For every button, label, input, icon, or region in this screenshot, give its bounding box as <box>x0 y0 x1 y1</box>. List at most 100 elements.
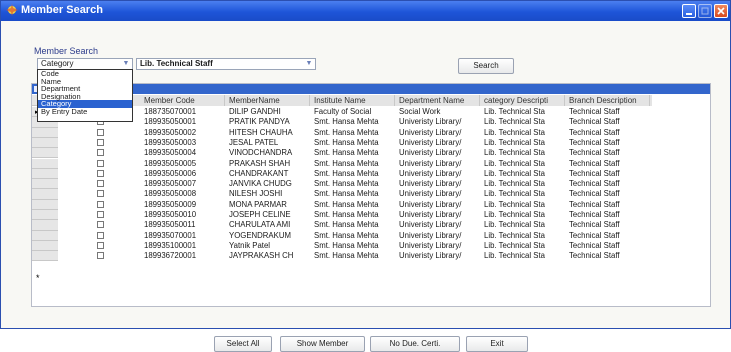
table-cell[interactable]: Lib. Technical Sta <box>481 220 565 230</box>
row-checkbox[interactable] <box>97 169 104 177</box>
table-cell[interactable]: Lib. Technical Sta <box>481 138 565 148</box>
table-cell[interactable]: 189936720001 <box>141 251 225 261</box>
table-cell[interactable]: 189935050001 <box>141 117 225 127</box>
row-selector[interactable] <box>32 220 58 231</box>
table-cell[interactable]: Technical Staff <box>566 241 650 251</box>
search-button[interactable]: Search <box>458 58 514 74</box>
row-checkbox[interactable] <box>97 190 104 198</box>
member-grid[interactable]: Member Code MemberName Institute Name Depar… <box>31 83 711 307</box>
table-cell[interactable]: Yatnik Patel <box>226 241 310 251</box>
table-cell[interactable]: JAYPRAKASH CH <box>226 251 310 261</box>
new-row-marker[interactable]: * <box>36 273 40 283</box>
table-cell[interactable]: Lib. Technical Sta <box>481 179 565 189</box>
table-cell[interactable]: Technical Staff <box>566 210 650 220</box>
table-cell[interactable]: Univeristy Library/ <box>396 138 480 148</box>
table-cell[interactable]: CHARULATA AMI <box>226 220 310 230</box>
table-row[interactable]: 189935050002 HITESH CHAUHA Smt. Hansa Meht… <box>32 127 652 138</box>
table-cell[interactable]: 189935050009 <box>141 200 225 210</box>
table-cell[interactable]: DILIP GANDHI <box>226 107 310 117</box>
table-cell[interactable]: 189935100001 <box>141 241 225 251</box>
row-checkbox[interactable] <box>97 200 104 208</box>
table-cell[interactable]: JESAL PATEL <box>226 138 310 148</box>
table-cell[interactable]: Smt. Hansa Mehta <box>311 169 395 179</box>
table-cell[interactable]: VINODCHANDRA <box>226 148 310 158</box>
table-row[interactable]: 189935050006 CHANDRAKANT Smt. Hansa Mehta U… <box>32 168 652 180</box>
title-bar[interactable]: Member Search <box>1 1 730 21</box>
column-header[interactable]: category Descripti <box>481 95 565 106</box>
row-selector[interactable] <box>32 240 58 252</box>
column-header[interactable]: Branch Description <box>566 95 650 106</box>
table-cell[interactable]: Smt. Hansa Mehta <box>311 241 395 251</box>
table-cell[interactable]: Lib. Technical Sta <box>481 169 565 179</box>
row-checkbox[interactable] <box>97 241 104 249</box>
table-cell[interactable]: Technical Staff <box>566 117 650 127</box>
table-row[interactable]: 189935050011 CHARULATA AMI Smt. Hansa Meht… <box>32 220 652 231</box>
table-cell[interactable]: Smt. Hansa Mehta <box>311 231 395 241</box>
table-cell[interactable]: Univeristy Library/ <box>396 169 480 179</box>
table-cell[interactable]: Univeristy Library/ <box>396 231 480 241</box>
dropdown-option[interactable]: By Entry Date <box>38 107 132 116</box>
table-cell[interactable]: Smt. Hansa Mehta <box>311 128 395 138</box>
table-cell[interactable]: Univeristy Library/ <box>396 189 480 199</box>
chevron-down-icon[interactable]: ▼ <box>120 59 132 69</box>
table-cell[interactable]: 189935050003 <box>141 138 225 148</box>
table-row[interactable]: 189935050009 MONA PARMAR Smt. Hansa Mehta U… <box>32 199 652 210</box>
table-cell[interactable]: Univeristy Library/ <box>396 128 480 138</box>
column-header[interactable]: Member Code <box>141 95 225 106</box>
maximize-button[interactable] <box>698 4 712 18</box>
row-checkbox[interactable] <box>97 231 104 239</box>
table-cell[interactable]: Technical Staff <box>566 220 650 230</box>
table-row[interactable]: 189935100001 Yatnik Patel Smt. Hansa Mehta… <box>32 240 652 252</box>
table-cell[interactable]: CHANDRAKANT <box>226 169 310 179</box>
table-cell[interactable]: Smt. Hansa Mehta <box>311 117 395 127</box>
row-selector[interactable] <box>32 179 58 190</box>
table-cell[interactable]: Faculty of Social <box>311 107 395 117</box>
table-cell[interactable]: Technical Staff <box>566 138 650 148</box>
table-cell[interactable]: Smt. Hansa Mehta <box>311 159 395 169</box>
table-row[interactable]: 189935050007 JANVIKA CHUDG Smt. Hansa Meht… <box>32 179 652 190</box>
table-cell[interactable]: 189935070001 <box>141 231 225 241</box>
column-header[interactable]: Institute Name <box>311 95 395 106</box>
table-cell[interactable]: 188735070001 <box>141 107 225 117</box>
table-cell[interactable]: Smt. Hansa Mehta <box>311 179 395 189</box>
row-checkbox[interactable] <box>97 159 104 167</box>
category-dropdown-list[interactable]: Code Name Department Designation Category By … <box>37 69 133 122</box>
table-cell[interactable]: Technical Staff <box>566 179 650 189</box>
table-row[interactable]: 189935050005 PRAKASH SHAH Smt. Hansa Mehta… <box>32 158 652 169</box>
table-row[interactable]: 189935050008 NILESH JOSHI Smt. Hansa Mehta… <box>32 189 652 200</box>
row-checkbox[interactable] <box>97 252 104 260</box>
column-header[interactable]: Department Name <box>396 95 480 106</box>
no-due-certificate-button[interactable]: No Due. Certi. <box>370 336 460 352</box>
table-row[interactable]: 189935070001 YOGENDRAKUM Smt. Hansa Mehta U… <box>32 230 652 241</box>
table-cell[interactable]: JOSEPH CELINE <box>226 210 310 220</box>
table-cell[interactable]: Univeristy Library/ <box>396 210 480 220</box>
select-all-button[interactable]: Select All <box>214 336 272 352</box>
table-row[interactable]: 189935050010 JOSEPH CELINE Smt. Hansa Meht… <box>32 210 652 221</box>
table-cell[interactable]: Lib. Technical Sta <box>481 251 565 261</box>
table-cell[interactable]: Univeristy Library/ <box>396 241 480 251</box>
table-cell[interactable]: Lib. Technical Sta <box>481 117 565 127</box>
table-cell[interactable]: 189935050004 <box>141 148 225 158</box>
row-checkbox[interactable] <box>97 149 104 157</box>
row-selector[interactable] <box>32 251 58 262</box>
table-row[interactable]: 189935050003 JESAL PATEL Smt. Hansa Mehta U… <box>32 137 652 149</box>
table-cell[interactable]: Technical Staff <box>566 169 650 179</box>
table-cell[interactable]: PRAKASH SHAH <box>226 159 310 169</box>
table-cell[interactable]: Lib. Technical Sta <box>481 241 565 251</box>
table-cell[interactable]: 189935050002 <box>141 128 225 138</box>
table-cell[interactable]: 189935050008 <box>141 189 225 199</box>
table-cell[interactable]: JANVIKA CHUDG <box>226 179 310 189</box>
table-cell[interactable]: Technical Staff <box>566 107 650 117</box>
table-cell[interactable]: Univeristy Library/ <box>396 200 480 210</box>
table-cell[interactable]: Technical Staff <box>566 159 650 169</box>
table-cell[interactable]: Lib. Technical Sta <box>481 189 565 199</box>
table-cell[interactable]: Lib. Technical Sta <box>481 231 565 241</box>
table-cell[interactable]: Technical Staff <box>566 128 650 138</box>
table-cell[interactable]: Technical Staff <box>566 148 650 158</box>
row-checkbox[interactable] <box>97 138 104 146</box>
row-selector[interactable] <box>32 158 58 169</box>
table-cell[interactable]: Social Work <box>396 107 480 117</box>
row-selector[interactable] <box>32 230 58 241</box>
table-cell[interactable]: Univeristy Library/ <box>396 159 480 169</box>
table-cell[interactable]: Lib. Technical Sta <box>481 159 565 169</box>
